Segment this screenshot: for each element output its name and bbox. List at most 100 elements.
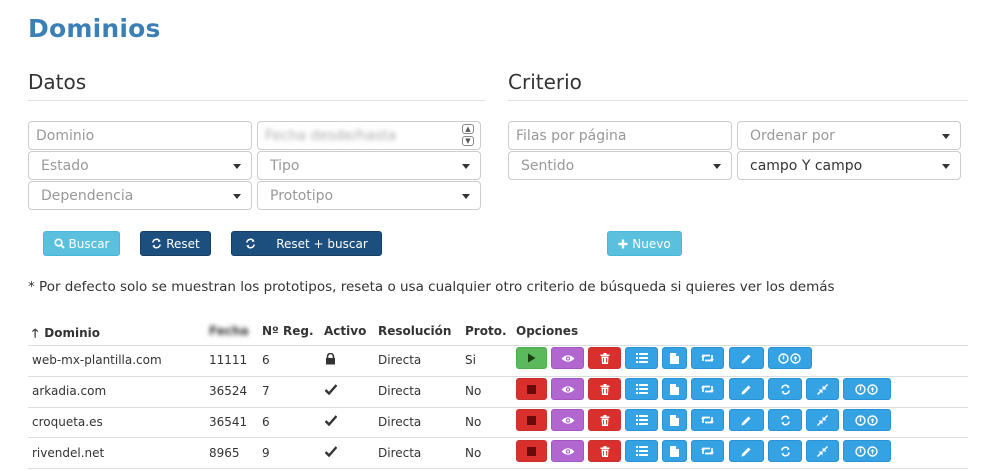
list-button[interactable] (625, 409, 658, 431)
stop-button[interactable] (516, 378, 547, 400)
header-activo[interactable]: Activo (324, 324, 366, 338)
cell-resolucion: Directa (378, 415, 422, 429)
prototipo-select[interactable]: Prototipo (257, 181, 481, 210)
campo-select[interactable]: campo Y campo (737, 151, 961, 180)
datos-title: Datos (28, 70, 87, 94)
tipo-select[interactable]: Tipo (257, 151, 481, 180)
dependencia-select[interactable]: Dependencia (28, 181, 252, 210)
file-button[interactable] (662, 347, 687, 369)
tipo-label: Tipo (270, 158, 300, 174)
file-button[interactable] (662, 409, 687, 431)
retweet-button[interactable] (691, 409, 724, 431)
delete-button[interactable] (588, 347, 621, 369)
power-button[interactable] (843, 409, 891, 431)
compress-button[interactable] (806, 378, 839, 400)
pencil-icon (741, 447, 751, 456)
retweet-button[interactable] (691, 440, 724, 462)
cell-proto: No (465, 415, 482, 429)
eye-icon (561, 447, 574, 455)
estado-label: Estado (41, 158, 89, 174)
reset-label: Reset (166, 236, 200, 251)
edit-button[interactable] (729, 440, 764, 462)
view-button[interactable] (551, 409, 584, 431)
header-resolucion[interactable]: Resolución (378, 324, 451, 338)
view-button[interactable] (551, 347, 584, 369)
delete-button[interactable] (588, 440, 621, 462)
retweet-icon (701, 354, 714, 362)
retweet-icon (701, 385, 714, 393)
retweet-button[interactable] (691, 378, 724, 400)
refresh-icon (152, 238, 162, 249)
cell-activo (324, 446, 338, 460)
compress-icon (817, 414, 828, 426)
stop-button[interactable] (516, 440, 547, 462)
sentido-select[interactable]: Sentido (508, 151, 732, 180)
default-filter-note: * Por defecto solo se muestran los proto… (28, 279, 835, 295)
header-dominio[interactable]: 🡑 Dominio (32, 324, 100, 345)
edit-button[interactable] (729, 347, 764, 369)
delete-button[interactable] (588, 409, 621, 431)
refresh-icon (246, 238, 256, 249)
start-button[interactable] (516, 347, 547, 369)
nuevo-button[interactable]: Nuevo (607, 231, 682, 256)
refresh-button[interactable] (768, 409, 802, 431)
view-button[interactable] (551, 378, 584, 400)
fecha-input[interactable]: Fecha desde/hasta ▲ ▼ (257, 121, 481, 150)
edit-button[interactable] (729, 409, 764, 431)
refresh-button[interactable] (768, 440, 802, 462)
view-button[interactable] (551, 440, 584, 462)
eye-icon (561, 385, 574, 393)
eye-icon (561, 354, 574, 362)
refresh-icon (780, 384, 790, 394)
refresh-button[interactable] (768, 378, 802, 400)
play-icon (528, 353, 536, 363)
pencil-icon (741, 416, 751, 425)
retweet-button[interactable] (691, 347, 724, 369)
criterio-title: Criterio (508, 70, 582, 94)
power-button[interactable] (843, 378, 891, 400)
cell-fecha: 36524 (209, 384, 248, 398)
estado-select[interactable]: Estado (28, 151, 252, 180)
list-button[interactable] (625, 378, 658, 400)
lock-icon (326, 352, 335, 365)
ordenar-select[interactable]: Ordenar por (737, 121, 961, 150)
stop-button[interactable] (516, 409, 547, 431)
header-nreg[interactable]: Nº Reg. (262, 324, 314, 338)
table-divider (28, 468, 968, 469)
file-button[interactable] (662, 378, 687, 400)
file-button[interactable] (662, 440, 687, 462)
campo-label: campo Y campo (750, 158, 863, 174)
cell-dominio: rivendel.net (32, 446, 105, 460)
buscar-label: Buscar (68, 236, 110, 251)
list-button[interactable] (625, 347, 658, 369)
trash-icon (600, 352, 609, 364)
fecha-placeholder: Fecha desde/hasta (265, 128, 397, 144)
edit-button[interactable] (729, 378, 764, 400)
dependencia-label: Dependencia (41, 188, 134, 204)
compress-button[interactable] (806, 440, 839, 462)
cell-fecha: 11111 (209, 353, 248, 367)
power-icons (855, 445, 878, 457)
reset-buscar-button[interactable]: Reset + buscar (231, 231, 382, 256)
spin-down-icon[interactable]: ▼ (462, 136, 474, 146)
dominio-input[interactable]: Dominio (28, 121, 252, 150)
prototipo-label: Prototipo (270, 188, 334, 204)
refresh-icon (780, 446, 790, 456)
filas-input[interactable]: Filas por página (508, 121, 732, 150)
table-divider (28, 437, 968, 438)
power-button[interactable] (843, 440, 891, 462)
compress-button[interactable] (806, 409, 839, 431)
header-proto[interactable]: Proto. (465, 324, 507, 338)
reset-button[interactable]: Reset (140, 231, 211, 256)
buscar-button[interactable]: Buscar (43, 231, 120, 256)
trash-icon (600, 383, 609, 395)
spin-up-icon[interactable]: ▲ (462, 124, 474, 134)
list-icon (635, 415, 648, 425)
power-button[interactable] (768, 347, 812, 369)
trash-icon (600, 414, 609, 426)
retweet-icon (701, 416, 714, 424)
list-button[interactable] (625, 440, 658, 462)
check-icon (324, 446, 338, 458)
header-fecha[interactable]: Fecha (209, 324, 249, 338)
delete-button[interactable] (588, 378, 621, 400)
